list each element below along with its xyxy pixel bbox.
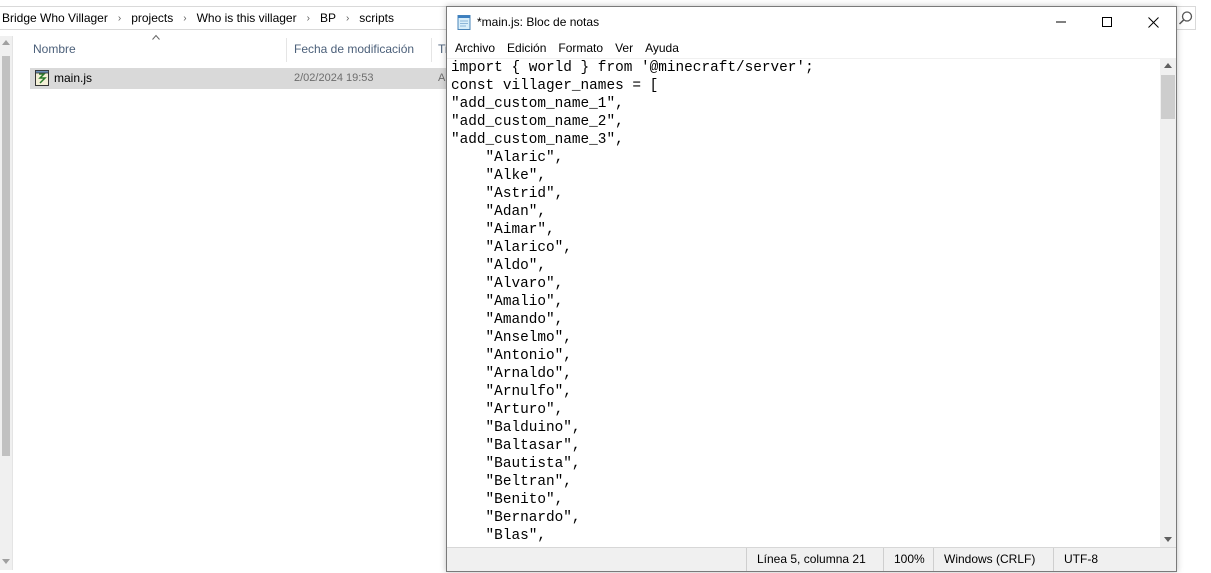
search-icon[interactable] <box>1178 10 1194 26</box>
breadcrumb-scripts[interactable]: scripts <box>357 11 396 25</box>
explorer-scrollbar[interactable] <box>0 36 13 570</box>
editor-line[interactable]: "Balduino", <box>451 420 581 436</box>
editor-line[interactable]: "add_custom_name_3", <box>451 132 624 148</box>
editor-line[interactable]: "Amalio", <box>451 294 564 310</box>
minimize-button[interactable] <box>1038 7 1084 37</box>
column-divider[interactable] <box>431 38 432 62</box>
editor-line[interactable]: "Alvaro", <box>451 276 564 292</box>
editor-line[interactable]: const villager_names = [ <box>451 78 658 94</box>
column-divider[interactable] <box>286 38 287 62</box>
file-name: main.js <box>54 71 93 85</box>
editor-line[interactable]: "add_custom_name_1", <box>451 96 624 112</box>
notepad-title-bar[interactable]: *main.js: Bloc de notas <box>447 7 1176 37</box>
minimize-icon <box>1056 21 1066 23</box>
scroll-up-icon[interactable] <box>2 40 10 45</box>
menu-edicion[interactable]: Edición <box>501 38 552 58</box>
editor-line[interactable]: "Anselmo", <box>451 330 572 346</box>
editor-line[interactable]: "Blas", <box>451 528 546 544</box>
editor-line[interactable]: "Benito", <box>451 492 564 508</box>
editor-vertical-scrollbar[interactable] <box>1160 58 1176 547</box>
status-zoom-level: 100% <box>883 548 933 571</box>
editor-line[interactable]: "Arnaldo", <box>451 366 572 382</box>
scrollbar-thumb[interactable] <box>2 56 10 456</box>
editor-line[interactable]: "Aimar", <box>451 222 555 238</box>
scroll-down-icon[interactable] <box>1164 537 1172 542</box>
editor-line[interactable]: "Antonio", <box>451 348 572 364</box>
status-cursor-position: Línea 5, columna 21 <box>746 548 883 571</box>
breadcrumb-separator-icon[interactable]: › <box>110 13 129 24</box>
editor-line[interactable]: "Alke", <box>451 168 546 184</box>
menu-ayuda[interactable]: Ayuda <box>639 38 685 58</box>
editor-line[interactable]: "Arturo", <box>451 402 564 418</box>
menu-bar: Archivo Edición Formato Ver Ayuda <box>447 38 1176 58</box>
status-encoding: UTF-8 <box>1053 548 1163 571</box>
menu-formato[interactable]: Formato <box>552 38 609 58</box>
close-icon <box>1147 16 1159 28</box>
maximize-button[interactable] <box>1084 7 1130 37</box>
breadcrumb-projects[interactable]: projects <box>129 11 175 25</box>
editor-line[interactable]: "Bernardo", <box>451 510 581 526</box>
breadcrumb-bp[interactable]: BP <box>318 11 338 25</box>
breadcrumb-bridge-who-villager[interactable]: Bridge Who Villager <box>0 11 110 25</box>
editor-line[interactable]: "Aldo", <box>451 258 546 274</box>
status-line-endings: Windows (CRLF) <box>933 548 1053 571</box>
breadcrumb-separator-icon[interactable]: › <box>299 13 318 24</box>
breadcrumb-separator-icon[interactable]: › <box>175 13 194 24</box>
file-type: A <box>438 72 446 84</box>
file-modified-date: 2/02/2024 19:53 <box>294 72 374 84</box>
editor-line[interactable]: "Arnulfo", <box>451 384 572 400</box>
editor-line[interactable]: "Bautista", <box>451 456 581 472</box>
status-bar: Línea 5, columna 21 100% Windows (CRLF) … <box>447 547 1176 571</box>
menu-archivo[interactable]: Archivo <box>449 38 501 58</box>
column-header-name[interactable]: Nombre <box>33 42 76 56</box>
editor-content[interactable]: import { world } from '@minecraft/server… <box>451 59 814 545</box>
maximize-icon <box>1102 17 1112 27</box>
javascript-file-icon <box>35 70 49 86</box>
scroll-down-icon[interactable] <box>2 559 10 564</box>
notepad-window: *main.js: Bloc de notas Archivo Edición … <box>446 6 1177 572</box>
editor-line[interactable]: "Amando", <box>451 312 564 328</box>
editor-line[interactable]: "add_custom_name_2", <box>451 114 624 130</box>
breadcrumb-separator-icon[interactable]: › <box>338 13 357 24</box>
notepad-app-icon <box>457 15 471 30</box>
editor-line[interactable]: import { world } from '@minecraft/server… <box>451 60 814 76</box>
column-header-modified[interactable]: Fecha de modificación <box>294 42 414 56</box>
editor-line[interactable]: "Adan", <box>451 204 546 220</box>
editor-line[interactable]: "Alarico", <box>451 240 572 256</box>
menu-ver[interactable]: Ver <box>609 38 639 58</box>
scroll-up-icon[interactable] <box>1164 63 1172 68</box>
editor-line[interactable]: "Alaric", <box>451 150 564 166</box>
scrollbar-thumb[interactable] <box>1161 75 1175 119</box>
text-editor-area[interactable]: import { world } from '@minecraft/server… <box>447 58 1160 547</box>
window-title: *main.js: Bloc de notas <box>477 15 600 29</box>
file-row-main-js[interactable]: main.js 2/02/2024 19:53 A <box>30 68 450 89</box>
editor-line[interactable]: "Beltran", <box>451 474 572 490</box>
editor-line[interactable]: "Astrid", <box>451 186 564 202</box>
sort-ascending-icon <box>152 34 160 40</box>
close-button[interactable] <box>1130 7 1176 37</box>
editor-line[interactable]: "Baltasar", <box>451 438 581 454</box>
breadcrumb-who-is-this-villager[interactable]: Who is this villager <box>195 11 299 25</box>
